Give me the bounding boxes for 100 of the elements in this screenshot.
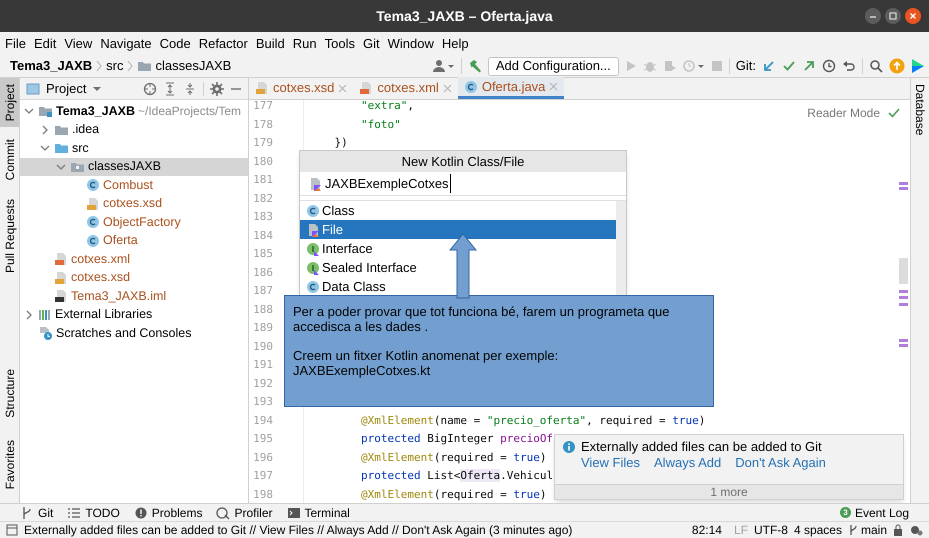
tree-item-label: External Libraries xyxy=(55,306,152,324)
tree-row[interactable]: cotxes.xsd xyxy=(20,268,248,287)
popup-item[interactable]: File xyxy=(300,220,616,239)
event-log-button[interactable]: 3 Event Log xyxy=(840,504,909,522)
tool-window-tab[interactable]: Commit xyxy=(0,133,19,187)
editor-tab[interactable]: cotxes.xsd xyxy=(249,77,354,99)
profile-icon[interactable] xyxy=(682,59,705,73)
tab-label: cotxes.xsd xyxy=(273,79,334,98)
collapse-all-icon[interactable] xyxy=(183,82,197,96)
popup-item[interactable]: Class xyxy=(300,201,616,220)
settings-icon[interactable] xyxy=(210,82,224,96)
menu-item[interactable]: Refactor xyxy=(194,34,252,54)
tool-window-button[interactable]: TODO xyxy=(67,504,120,522)
window-title: Tema3_JAXB – Oferta.java xyxy=(376,6,553,26)
tool-window-button[interactable]: Problems xyxy=(134,504,202,522)
tool-window-tab[interactable]: Structure xyxy=(0,362,19,424)
commit-icon[interactable] xyxy=(782,59,796,73)
history-icon[interactable] xyxy=(822,59,836,73)
encoding[interactable]: UTF-8 xyxy=(754,521,788,538)
search-icon[interactable] xyxy=(869,59,883,73)
tool-window-button[interactable]: Profiler xyxy=(216,504,272,522)
locate-icon[interactable] xyxy=(143,82,157,96)
maximize-icon[interactable] xyxy=(885,8,901,24)
tool-window-tab[interactable]: Database xyxy=(911,78,929,142)
tree-row[interactable]: .idea xyxy=(20,120,248,139)
breadcrumb-item[interactable]: classesJAXB xyxy=(155,56,232,76)
hammer-icon[interactable] xyxy=(468,59,482,73)
tree-item-label: ObjectFactory xyxy=(103,214,181,231)
menu-item[interactable]: Git xyxy=(358,34,384,54)
push-icon[interactable] xyxy=(802,59,816,73)
reader-mode-link[interactable]: Reader Mode xyxy=(807,104,880,122)
line-number: 177 xyxy=(252,100,273,114)
menu-item[interactable]: View xyxy=(60,34,96,54)
tree-row[interactable]: cotxes.xml xyxy=(20,250,248,268)
close-icon[interactable] xyxy=(905,8,921,24)
rollback-icon[interactable] xyxy=(842,59,856,73)
class-icon xyxy=(86,215,100,230)
line-number: 181 xyxy=(252,172,273,188)
menu-item[interactable]: Code xyxy=(156,34,195,54)
enum-icon xyxy=(86,178,100,192)
menu-item[interactable]: Build xyxy=(252,34,289,54)
scratch-icon xyxy=(38,326,53,340)
tool-window-tab[interactable]: Project xyxy=(0,78,19,128)
name-field[interactable]: JAXBExempleCotxes xyxy=(300,172,626,196)
tree-row[interactable]: classesJAXB xyxy=(20,158,248,176)
notification-link[interactable]: Don't Ask Again xyxy=(735,455,826,473)
tool-window-button[interactable]: Git xyxy=(20,504,54,522)
menu-item[interactable]: File xyxy=(1,34,30,54)
folder-icon xyxy=(54,141,69,156)
tab-label: cotxes.xml xyxy=(377,79,439,98)
editor-tab[interactable]: Oferta.java xyxy=(458,77,564,99)
tool-window-tab[interactable]: Pull Requests xyxy=(0,192,19,279)
tree-item-label: Scratches and Consoles xyxy=(56,324,192,342)
configuration-button[interactable]: Add Configuration... xyxy=(488,56,619,76)
class-icon xyxy=(464,80,478,94)
tree-row[interactable]: src xyxy=(20,139,248,158)
toolbox-icon[interactable] xyxy=(911,58,925,74)
breadcrumb-item[interactable]: src xyxy=(106,56,124,76)
info-icon xyxy=(563,441,575,453)
tree-row[interactable]: Scratches and Consoles xyxy=(20,324,248,342)
popup-item[interactable]: Sealed Interface xyxy=(300,258,616,277)
tree-row[interactable]: Combust xyxy=(20,176,248,194)
menu-item[interactable]: Run xyxy=(288,34,321,54)
popup-item[interactable]: Data Class xyxy=(300,277,616,295)
editor-tab[interactable]: cotxes.xml xyxy=(353,77,458,99)
panel-title[interactable]: Project xyxy=(46,78,86,98)
tree-row[interactable]: Oferta xyxy=(20,232,248,250)
branch-widget[interactable]: main xyxy=(848,521,887,538)
code-line: protected BigInteger precioOf xyxy=(360,431,554,447)
chevron-icon xyxy=(126,59,134,73)
menu-item[interactable]: Tools xyxy=(320,34,359,54)
menu-item[interactable]: Help xyxy=(438,34,473,54)
menu-item[interactable]: Edit xyxy=(30,34,60,54)
more-notifications-link[interactable]: 1 more xyxy=(555,484,903,499)
expand-all-icon[interactable] xyxy=(163,82,177,96)
tree-row[interactable]: External Libraries xyxy=(20,306,248,324)
minimize-icon[interactable] xyxy=(865,8,881,24)
callout-text: Per a poder provar que tot funciona bé, farem un programeta que accedisca a les dades . xyxy=(293,304,671,334)
tree-row[interactable]: Tema3_JAXB ~/IdeaProjects/Tem xyxy=(20,102,248,120)
tree-row[interactable]: cotxes.xsd xyxy=(20,194,248,213)
update-icon[interactable] xyxy=(762,59,776,73)
panel-toggle-icon[interactable] xyxy=(6,524,18,536)
scrollbar-thumb xyxy=(899,258,908,284)
line-number: 187 xyxy=(252,283,273,299)
popup-item[interactable]: Interface xyxy=(300,239,616,258)
tree-row[interactable]: Tema3_JAXB.iml xyxy=(20,287,248,306)
notification-link[interactable]: Always Add xyxy=(654,455,722,473)
user-icon[interactable] xyxy=(432,59,455,73)
lock-icon[interactable] xyxy=(893,524,903,536)
caret-position[interactable]: 82:14 xyxy=(692,521,722,538)
menu-item[interactable]: Navigate xyxy=(96,34,156,54)
inspector-icon[interactable] xyxy=(909,524,923,536)
notification-link[interactable]: View Files xyxy=(581,455,640,473)
indent-setting[interactable]: 4 spaces xyxy=(794,521,842,538)
tool-window-tab[interactable]: Favorites xyxy=(0,434,19,495)
menu-item[interactable]: Window xyxy=(384,34,438,54)
tree-item-label: Tema3_JAXB.iml xyxy=(71,288,166,305)
tool-window-button[interactable]: Terminal xyxy=(286,504,350,522)
tree-row[interactable]: ObjectFactory xyxy=(20,213,248,232)
breadcrumb-item[interactable]: Tema3_JAXB xyxy=(3,56,92,76)
